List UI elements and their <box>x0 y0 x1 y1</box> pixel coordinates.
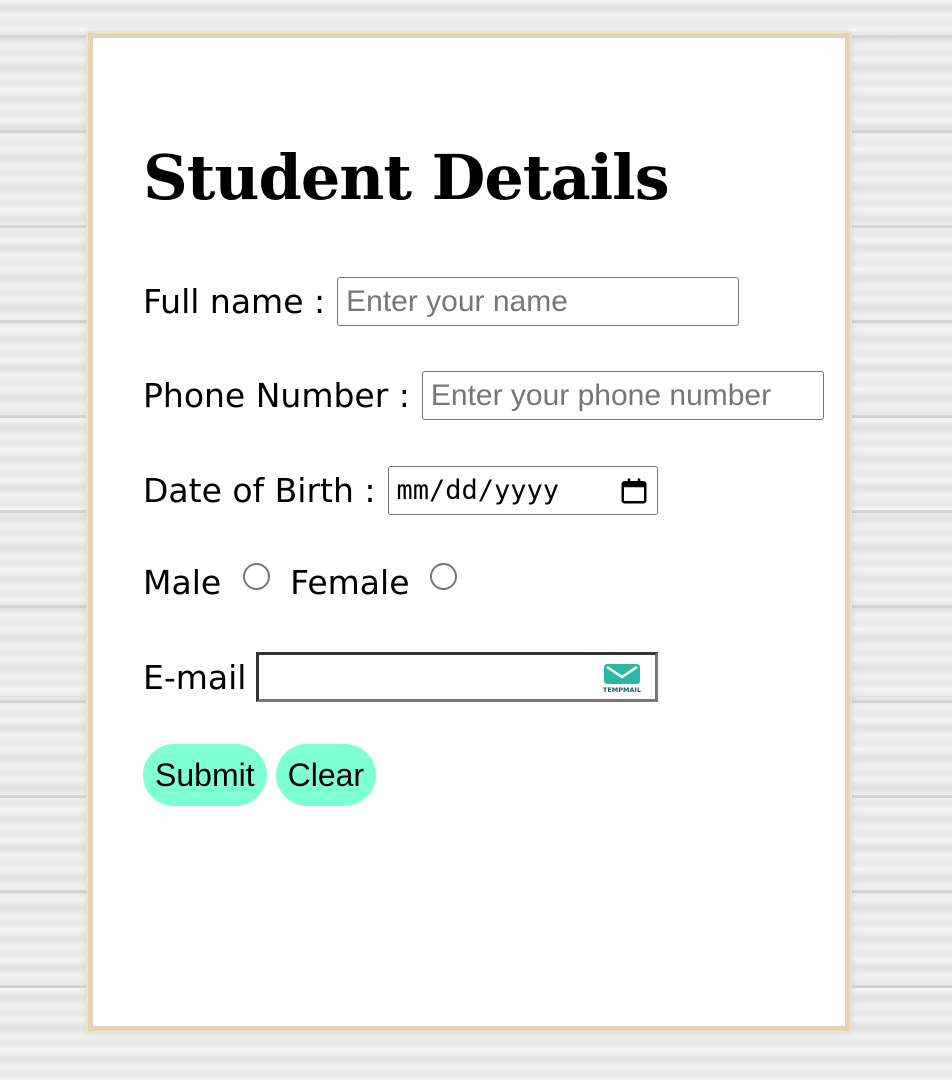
male-radio[interactable] <box>243 563 271 590</box>
form-card: Student Details Full name : Phone Number… <box>88 33 850 1031</box>
page-title: Student Details <box>143 141 670 214</box>
gender-female-label: Female <box>290 563 410 602</box>
dob-row: Date of Birth : mm/dd/yyyy <box>143 466 658 515</box>
dob-input[interactable]: mm/dd/yyyy <box>387 466 658 515</box>
tempmail-icon[interactable]: TEMPMAIL <box>603 662 641 694</box>
clear-button[interactable]: Clear <box>275 744 377 806</box>
fullname-label: Full name : <box>143 282 326 321</box>
calendar-icon[interactable] <box>619 476 649 506</box>
fullname-row: Full name : <box>143 277 740 326</box>
dob-label: Date of Birth : <box>143 471 376 510</box>
actions-row: Submit Clear <box>143 744 377 806</box>
gender-row: Male Female <box>143 563 457 602</box>
email-input[interactable]: TEMPMAIL <box>256 652 659 702</box>
dob-placeholder: mm/dd/yyyy <box>396 475 560 506</box>
phone-input[interactable] <box>421 371 824 420</box>
fullname-input[interactable] <box>337 277 740 326</box>
female-radio[interactable] <box>429 563 457 590</box>
phone-row: Phone Number : <box>143 371 824 420</box>
gender-male-label: Male <box>143 563 222 602</box>
email-row: E-mail TEMPMAIL <box>143 652 659 702</box>
email-label: E-mail <box>143 657 247 697</box>
svg-text:TEMPMAIL: TEMPMAIL <box>603 686 641 694</box>
submit-button[interactable]: Submit <box>143 744 267 806</box>
phone-label: Phone Number : <box>143 376 410 415</box>
